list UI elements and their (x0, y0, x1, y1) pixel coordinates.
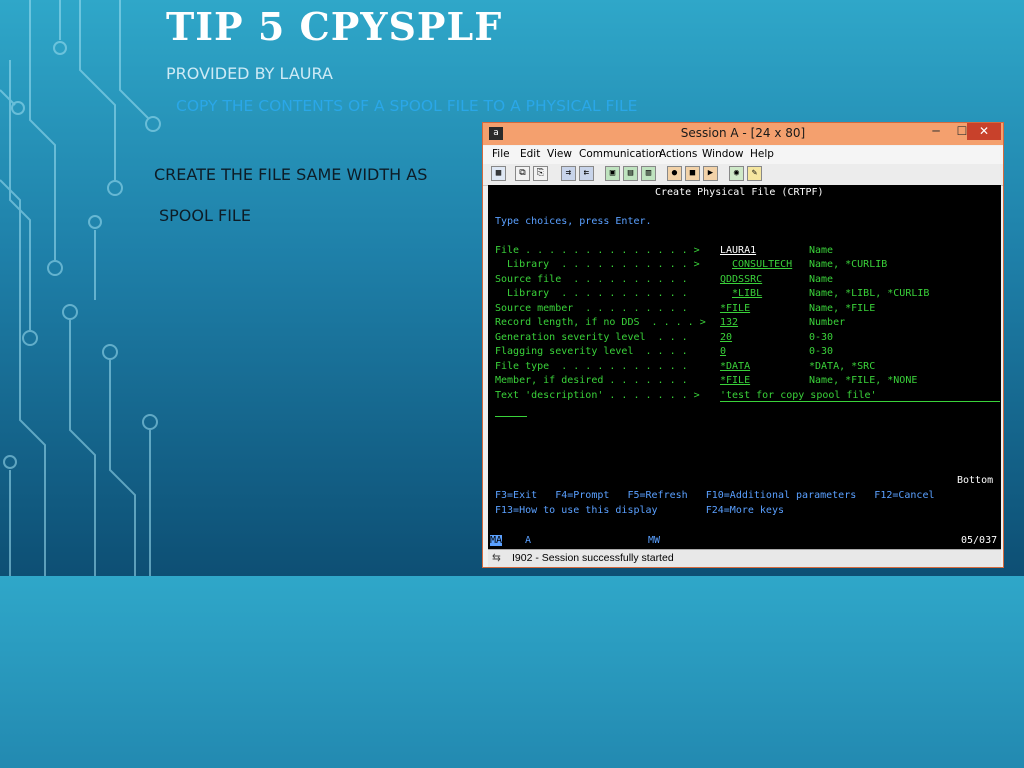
connection-icon: ⇆ (492, 552, 501, 564)
field-label: File type . . . . . . . . . . . (495, 361, 688, 372)
terminal-screen[interactable]: Create Physical File (CRTPF) Type choice… (488, 185, 1001, 533)
window-titlebar[interactable]: a Session A - [24 x 80] ─ ☐ ✕ (483, 123, 1003, 145)
function-keys-line-1[interactable]: F3=Exit F4=Prompt F5=Refresh F10=Additio… (495, 490, 935, 502)
field-hint: 0-30 (809, 346, 834, 357)
menu-file[interactable]: File (492, 148, 510, 160)
message-bar: ⇆ I902 - Session successfully started (488, 549, 1001, 567)
generation-severity-input[interactable]: 20 (720, 332, 732, 344)
screen-heading: Create Physical File (CRTPF) (655, 187, 824, 198)
cursor-position: 05/037 (961, 535, 998, 546)
field-label: Member, if desired . . . . . . . (495, 375, 688, 386)
minimize-button[interactable]: ─ (923, 123, 949, 140)
menu-view[interactable]: View (547, 148, 572, 160)
member-input[interactable]: *FILE (720, 375, 750, 387)
screen-instructions: Type choices, press Enter. (495, 216, 652, 227)
record-length-input[interactable]: 132 (720, 317, 738, 329)
library-input[interactable]: CONSULTECH (732, 259, 792, 271)
menu-edit[interactable]: Edit (520, 148, 540, 160)
field-hint: Name (809, 245, 834, 256)
globe-icon[interactable]: ◉ (729, 166, 744, 181)
field-hint: Name, *LIBL, *CURLIB (809, 288, 930, 299)
menu-communication[interactable]: Communication (579, 148, 662, 160)
field-label: Generation severity level . . . (495, 332, 688, 343)
flagging-severity-input[interactable]: 0 (720, 346, 726, 358)
source-file-input[interactable]: QDDSSRC (720, 274, 762, 286)
circuit-decoration (0, 0, 161, 576)
field-hint: *DATA, *SRC (809, 361, 876, 372)
field-hint: Name (809, 274, 834, 285)
slide-description: COPY THE CONTENTS OF A SPOOL FILE TO A P… (176, 97, 638, 115)
operator-info-area: MA A MW 05/037 (488, 533, 1001, 549)
field-hint: Number (809, 317, 846, 328)
slide-subtitle: PROVIDED BY LAURA (166, 64, 333, 83)
field-label: Library . . . . . . . . . . . (495, 288, 688, 299)
chart-icon[interactable]: ▥ (641, 166, 656, 181)
more-indicator: Bottom (957, 475, 994, 486)
play-icon[interactable]: ▶ (703, 166, 718, 181)
terminal-window: a Session A - [24 x 80] ─ ☐ ✕ File Edit … (482, 122, 1004, 568)
field-hint: Name, *CURLIB (809, 259, 888, 270)
toolbar: ▦ ⧉ ⎘ ⇉ ⇇ ▣ ▤ ▥ ● ■ ▶ ◉ ✎ (483, 164, 1003, 186)
text-description-underline (720, 401, 1000, 402)
send-icon[interactable]: ⇉ (561, 166, 576, 181)
field-label: Source member . . . . . . . . . (495, 303, 688, 314)
field-label: Source file . . . . . . . . . . (495, 274, 688, 285)
text-description-continuation (495, 416, 527, 417)
menu-bar: File Edit View Communication Actions Win… (483, 146, 1003, 164)
display-icon[interactable]: ▦ (491, 166, 506, 181)
bullet-text-2: SPOOL FILE (159, 206, 251, 225)
field-label: File . . . . . . . . . . . . . . > (495, 245, 700, 256)
record-icon[interactable]: ● (667, 166, 682, 181)
receive-icon[interactable]: ⇇ (579, 166, 594, 181)
status-session: A (525, 535, 532, 546)
menu-help[interactable]: Help (750, 148, 774, 160)
status-message: I902 - Session successfully started (512, 552, 674, 564)
display-green-icon[interactable]: ▣ (605, 166, 620, 181)
field-label: Flagging severity level . . . . (495, 346, 688, 357)
field-label: Text 'description' . . . . . . . > (495, 390, 700, 401)
field-label: Record length, if no DDS . . . . > (495, 317, 706, 328)
function-keys-line-2[interactable]: F13=How to use this display F24=More key… (495, 505, 784, 517)
field-label: Library . . . . . . . . . . . > (495, 259, 700, 270)
source-library-input[interactable]: *LIBL (732, 288, 762, 300)
slide-title: TIP 5 CPYSPLF (166, 4, 503, 49)
file-type-input[interactable]: *DATA (720, 361, 750, 373)
file-name-input[interactable]: LAURA1 (720, 245, 756, 257)
field-hint: 0-30 (809, 332, 834, 343)
close-button[interactable]: ✕ (967, 123, 1001, 140)
stop-icon[interactable]: ■ (685, 166, 700, 181)
field-hint: Name, *FILE (809, 303, 876, 314)
edit-icon[interactable]: ✎ (747, 166, 762, 181)
copy-icon[interactable]: ⧉ (515, 166, 530, 181)
status-mode: MA (490, 535, 503, 546)
paste-icon[interactable]: ⎘ (533, 166, 548, 181)
menu-actions[interactable]: Actions (659, 148, 697, 160)
field-hint: Name, *FILE, *NONE (809, 375, 918, 386)
source-member-input[interactable]: *FILE (720, 303, 750, 315)
bullet-text-1: CREATE THE FILE SAME WIDTH AS (154, 165, 428, 184)
menu-window[interactable]: Window (702, 148, 743, 160)
status-indicator: MW (648, 535, 661, 546)
screen-icon[interactable]: ▤ (623, 166, 638, 181)
